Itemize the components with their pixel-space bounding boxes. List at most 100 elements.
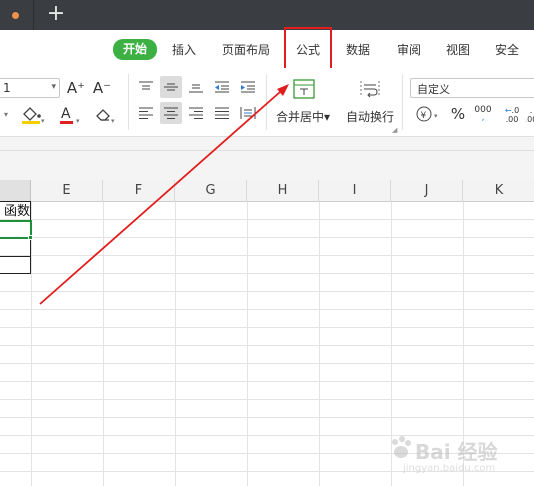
distribute-button[interactable] (238, 104, 258, 122)
toolbar-separator (266, 74, 267, 130)
shrink-font-button[interactable]: A⁻ (92, 78, 112, 98)
chevron-down-icon[interactable]: ▾ (0, 104, 12, 124)
column-header-k[interactable]: K (463, 180, 534, 202)
merge-center-icon (293, 79, 315, 99)
formula-bar-divider (0, 150, 534, 151)
chevron-down-icon: ▾ (51, 82, 56, 92)
number-format-value: 自定义 (417, 83, 450, 96)
font-size-select[interactable]: 1 ▾ (0, 78, 60, 98)
tab-separator (33, 0, 34, 30)
shrink-font-icon: A⁻ (92, 79, 112, 97)
align-middle-button[interactable] (160, 76, 182, 98)
decrease-decimal-button[interactable]: . .00 (526, 104, 534, 126)
fill-handle[interactable] (28, 235, 33, 240)
svg-text:A: A (61, 106, 71, 122)
column-header-g[interactable]: G (175, 180, 247, 202)
merge-center-button[interactable] (290, 76, 318, 102)
column-header-selected[interactable] (0, 180, 31, 202)
ribbon-toolbar: 1 ▾ A⁺ A⁻ ▾ ▾ A ▾ ▾ 合并居中▾ 自动换行 自定义 ¥ ▾ %… (0, 68, 534, 136)
thousands-comma: , (481, 113, 485, 123)
percent-button[interactable]: % (448, 104, 468, 124)
toolbar-separator (402, 74, 403, 130)
baidu-jingyan-watermark: Bai 经验 jingyan.baidu.com (385, 430, 531, 482)
grid-column-line (247, 202, 248, 486)
tab-view[interactable]: 视图 (446, 40, 470, 60)
table-cell[interactable]: 函数 (0, 203, 31, 220)
svg-text:▾: ▾ (434, 112, 438, 120)
align-middle-icon (164, 83, 178, 91)
svg-text:▾: ▾ (76, 117, 80, 125)
decrease-decimal-value: .00 (526, 115, 534, 124)
grid-column-line (175, 202, 176, 486)
table-border (0, 273, 31, 274)
align-left-button[interactable] (136, 104, 156, 122)
svg-text:▾: ▾ (41, 117, 45, 125)
grid-column-line (319, 202, 320, 486)
table-border (0, 256, 31, 257)
increase-decimal-button[interactable]: ←.0 .00 (500, 104, 524, 126)
align-top-button[interactable] (136, 78, 156, 96)
clear-button[interactable]: ▾ (92, 102, 120, 126)
justify-icon (215, 107, 229, 119)
justify-button[interactable] (212, 104, 232, 122)
increase-decimal-icon: ←.0 (504, 106, 520, 115)
percent-icon: % (450, 105, 466, 123)
grow-font-icon: A⁺ (66, 79, 86, 97)
font-size-value: 1 (3, 81, 11, 95)
align-top-icon (139, 81, 153, 90)
fill-color-icon: ▾ (22, 107, 45, 125)
tab-insert[interactable]: 插入 (172, 40, 196, 60)
font-color-icon: A ▾ (60, 106, 80, 125)
decrease-decimal-icon: . (529, 106, 533, 115)
wrap-text-button[interactable] (356, 76, 384, 102)
column-header-f[interactable]: F (103, 180, 175, 202)
toolbar-separator (128, 74, 129, 130)
indent-increase-icon (241, 81, 255, 93)
tab-page-layout[interactable]: 页面布局 (222, 40, 270, 60)
title-bar: + (0, 0, 534, 30)
increase-decimal-value: .00 (505, 115, 519, 124)
ribbon-menu: 开始 插入 页面布局 公式 数据 审阅 视图 安全 (0, 30, 534, 68)
tab-data[interactable]: 数据 (346, 40, 370, 60)
currency-icon: ¥ ▾ (416, 106, 438, 122)
font-color-button[interactable]: A ▾ (56, 102, 86, 126)
tab-formula[interactable]: 公式 (296, 40, 320, 60)
number-format-select[interactable]: 自定义 (410, 78, 534, 98)
align-right-button[interactable] (186, 104, 206, 122)
align-center-icon (164, 107, 178, 119)
svg-text:▾: ▾ (111, 117, 115, 125)
fill-color-button[interactable]: ▾ (18, 102, 48, 126)
indent-decrease-button[interactable] (212, 78, 232, 96)
currency-symbol: ¥ (421, 111, 427, 121)
align-center-button[interactable] (160, 102, 182, 124)
document-tab-icon[interactable] (12, 12, 19, 19)
distribute-icon (240, 107, 256, 119)
indent-increase-button[interactable] (238, 78, 258, 96)
column-header-e[interactable]: E (31, 180, 103, 202)
align-bottom-button[interactable] (186, 78, 206, 96)
grid-column-line (31, 202, 32, 486)
column-header-row: E F G H I J K (0, 180, 534, 202)
column-header-i[interactable]: I (319, 180, 391, 202)
paw-logo-icon (392, 436, 411, 458)
grid-column-line (103, 202, 104, 486)
column-header-j[interactable]: J (391, 180, 463, 202)
tab-review[interactable]: 审阅 (397, 40, 421, 60)
align-left-icon (139, 107, 153, 119)
watermark-url: jingyan.baidu.com (403, 463, 496, 474)
merge-center-label[interactable]: 合并居中▾ (276, 108, 330, 125)
currency-button[interactable]: ¥ ▾ (414, 104, 444, 124)
dialog-launcher-icon[interactable]: ◢ (392, 126, 397, 134)
thousands-separator-button[interactable]: 000 , (472, 104, 494, 124)
wrap-text-icon (360, 81, 380, 98)
eraser-icon: ▾ (96, 109, 115, 125)
table-border (0, 201, 31, 202)
column-header-h[interactable]: H (247, 180, 319, 202)
align-right-icon (189, 107, 203, 119)
wrap-text-label[interactable]: 自动换行 (346, 108, 394, 125)
formula-bar-area (0, 136, 534, 180)
tab-start[interactable]: 开始 (113, 39, 157, 60)
grow-font-button[interactable]: A⁺ (66, 78, 86, 98)
new-tab-button[interactable]: + (42, 2, 70, 28)
tab-security[interactable]: 安全 (495, 40, 519, 60)
